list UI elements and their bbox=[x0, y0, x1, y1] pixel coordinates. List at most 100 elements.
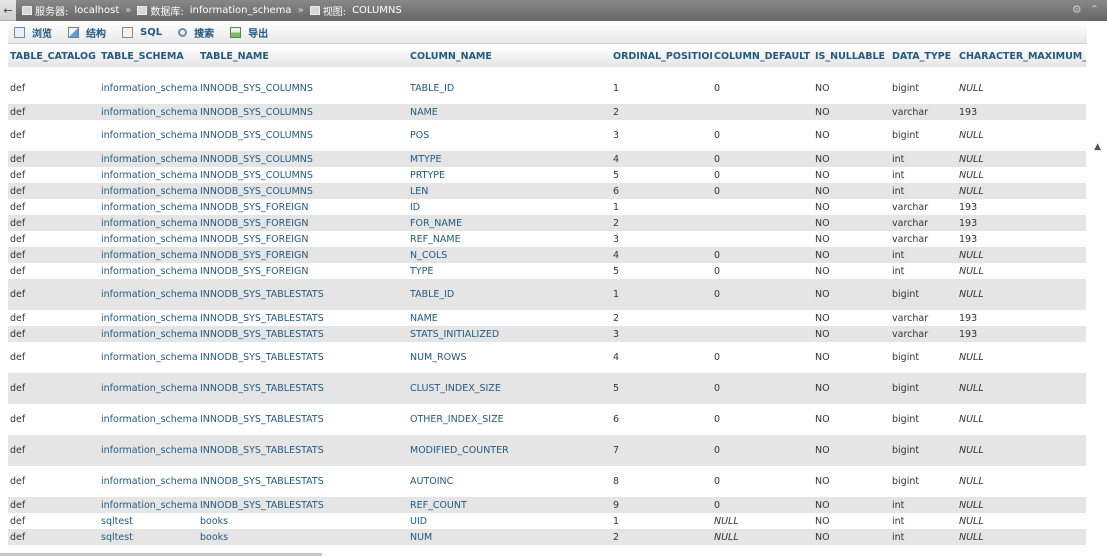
table-cell: def bbox=[8, 466, 99, 497]
table-cell: 4 bbox=[611, 151, 712, 167]
column-header[interactable]: COLUMN_DEFAULT bbox=[712, 46, 813, 67]
table-row[interactable]: def information_schema INNODB_SYS_COLUMNS T… bbox=[8, 73, 1086, 104]
table-row[interactable]: def sqltest books NUM 2 NULL NO int NULL bbox=[8, 529, 1086, 545]
table-cell: int bbox=[890, 497, 957, 513]
table-cell: information_schema bbox=[99, 310, 198, 326]
column-header[interactable]: TABLE_SCHEMA bbox=[99, 46, 198, 67]
table-cell: varchar bbox=[890, 310, 957, 326]
table-cell: NULL bbox=[957, 120, 1086, 151]
table-row[interactable]: def information_schema INNODB_SYS_COLUMNS P… bbox=[8, 120, 1086, 151]
table-cell: def bbox=[8, 326, 99, 342]
tab-search[interactable]: 搜索 bbox=[172, 22, 224, 43]
table-row[interactable]: def information_schema INNODB_SYS_TABLESTA… bbox=[8, 404, 1086, 435]
sql-icon bbox=[122, 27, 133, 38]
table-cell: TABLE_ID bbox=[408, 73, 611, 104]
table-cell: 0 bbox=[712, 151, 813, 167]
table-cell: varchar bbox=[890, 104, 957, 120]
table-row[interactable]: def information_schema INNODB_SYS_COLUMNS L… bbox=[8, 183, 1086, 199]
table-cell: information_schema bbox=[99, 326, 198, 342]
table-cell: NO bbox=[813, 373, 890, 404]
table-cell: 0 bbox=[712, 404, 813, 435]
table-cell: 0 bbox=[712, 342, 813, 373]
table-row[interactable]: def information_schema INNODB_SYS_COLUMNS N… bbox=[8, 104, 1086, 120]
table-cell: NULL bbox=[957, 167, 1086, 183]
table-cell: NO bbox=[813, 167, 890, 183]
table-row[interactable]: def information_schema INNODB_SYS_TABLESTA… bbox=[8, 497, 1086, 513]
vertical-scrollbar[interactable]: ▲ bbox=[1087, 22, 1107, 557]
table-cell: 193 bbox=[957, 215, 1086, 231]
table-row[interactable]: def sqltest books UID 1 NULL NO int NULL bbox=[8, 513, 1086, 529]
tab-browse[interactable]: 浏览 bbox=[8, 22, 62, 43]
table-row[interactable]: def information_schema INNODB_SYS_TABLESTA… bbox=[8, 342, 1086, 373]
tab-label: 结构 bbox=[86, 29, 106, 40]
scroll-up-arrow-icon[interactable]: ▲ bbox=[1094, 142, 1101, 152]
table-row[interactable]: def information_schema INNODB_SYS_TABLESTA… bbox=[8, 326, 1086, 342]
column-header[interactable]: IS_NULLABLE bbox=[813, 46, 890, 67]
table-cell: INNODB_SYS_TABLESTATS bbox=[198, 466, 408, 497]
topbar-actions: ⚙ ⌃ bbox=[1072, 3, 1099, 16]
breadcrumb-server-link[interactable]: localhost bbox=[74, 5, 119, 16]
table-cell: information_schema bbox=[99, 263, 198, 279]
table-cell: NULL bbox=[957, 435, 1086, 466]
horizontal-scrollbar[interactable] bbox=[0, 553, 322, 556]
table-cell: bigint bbox=[890, 466, 957, 497]
table-cell: 193 bbox=[957, 310, 1086, 326]
table-row[interactable]: def information_schema INNODB_SYS_FOREIGN T… bbox=[8, 263, 1086, 279]
table-cell bbox=[712, 310, 813, 326]
table-cell: INNODB_SYS_COLUMNS bbox=[198, 167, 408, 183]
column-header[interactable]: ORDINAL_POSITION bbox=[611, 46, 712, 67]
tab-export[interactable]: 导出 bbox=[224, 22, 278, 43]
table-cell: NO bbox=[813, 513, 890, 529]
table-cell: TABLE_ID bbox=[408, 279, 611, 310]
back-arrow-icon[interactable]: ← bbox=[0, 0, 16, 21]
table-row[interactable]: def information_schema INNODB_SYS_FOREIGN R… bbox=[8, 231, 1086, 247]
table-cell: MTYPE bbox=[408, 151, 611, 167]
table-cell: books bbox=[198, 529, 408, 545]
table-row[interactable]: def information_schema INNODB_SYS_TABLESTA… bbox=[8, 310, 1086, 326]
table-row[interactable]: def information_schema INNODB_SYS_COLUMNS M… bbox=[8, 151, 1086, 167]
table-row[interactable]: def information_schema INNODB_SYS_TABLESTA… bbox=[8, 435, 1086, 466]
table-cell: int bbox=[890, 247, 957, 263]
breadcrumb-db-link[interactable]: information_schema bbox=[190, 5, 292, 16]
tab-structure[interactable]: 结构 bbox=[62, 22, 116, 43]
table-cell: 2 bbox=[611, 310, 712, 326]
structure-icon bbox=[68, 27, 79, 38]
table-row[interactable]: def information_schema INNODB_SYS_FOREIGN F… bbox=[8, 215, 1086, 231]
table-row[interactable]: def information_schema INNODB_SYS_COLUMNS P… bbox=[8, 167, 1086, 183]
table-cell: 1 bbox=[611, 199, 712, 215]
column-header[interactable]: TABLE_NAME bbox=[198, 46, 408, 67]
table-row[interactable]: def information_schema INNODB_SYS_FOREIGN N… bbox=[8, 247, 1086, 263]
column-header[interactable]: CHARACTER_MAXIMUM_LE bbox=[957, 46, 1086, 67]
tab-sql[interactable]: SQL bbox=[116, 22, 172, 43]
table-cell: 0 bbox=[712, 263, 813, 279]
table-cell: 0 bbox=[712, 373, 813, 404]
table-cell: varchar bbox=[890, 231, 957, 247]
column-header[interactable]: DATA_TYPE bbox=[890, 46, 957, 67]
table-cell: def bbox=[8, 513, 99, 529]
table-cell: POS bbox=[408, 120, 611, 151]
breadcrumb-server-label: 服务器: bbox=[35, 6, 69, 18]
breadcrumb-view-link[interactable]: COLUMNS bbox=[352, 5, 402, 16]
table-cell: def bbox=[8, 279, 99, 310]
table-row[interactable]: def information_schema INNODB_SYS_TABLESTA… bbox=[8, 466, 1086, 497]
table-cell bbox=[712, 326, 813, 342]
table-cell: NO bbox=[813, 263, 890, 279]
table-cell: bigint bbox=[890, 73, 957, 104]
table-cell: 0 bbox=[712, 435, 813, 466]
table-cell: 3 bbox=[611, 231, 712, 247]
table-cell: def bbox=[8, 120, 99, 151]
table-row[interactable]: def information_schema INNODB_SYS_TABLESTA… bbox=[8, 373, 1086, 404]
column-header[interactable]: TABLE_CATALOG bbox=[8, 46, 99, 67]
settings-gear-icon[interactable]: ⚙ bbox=[1072, 3, 1082, 16]
table-cell: 1 bbox=[611, 279, 712, 310]
table-row[interactable]: def information_schema INNODB_SYS_TABLESTA… bbox=[8, 279, 1086, 310]
table-cell: def bbox=[8, 497, 99, 513]
table-cell: INNODB_SYS_COLUMNS bbox=[198, 73, 408, 104]
table-row[interactable]: def information_schema INNODB_SYS_FOREIGN I… bbox=[8, 199, 1086, 215]
column-header[interactable]: COLUMN_NAME bbox=[408, 46, 611, 67]
table-cell: information_schema bbox=[99, 435, 198, 466]
table-cell: int bbox=[890, 263, 957, 279]
collapse-icon[interactable]: ⌃ bbox=[1090, 3, 1099, 16]
table-cell: information_schema bbox=[99, 199, 198, 215]
table-cell: 7 bbox=[611, 435, 712, 466]
